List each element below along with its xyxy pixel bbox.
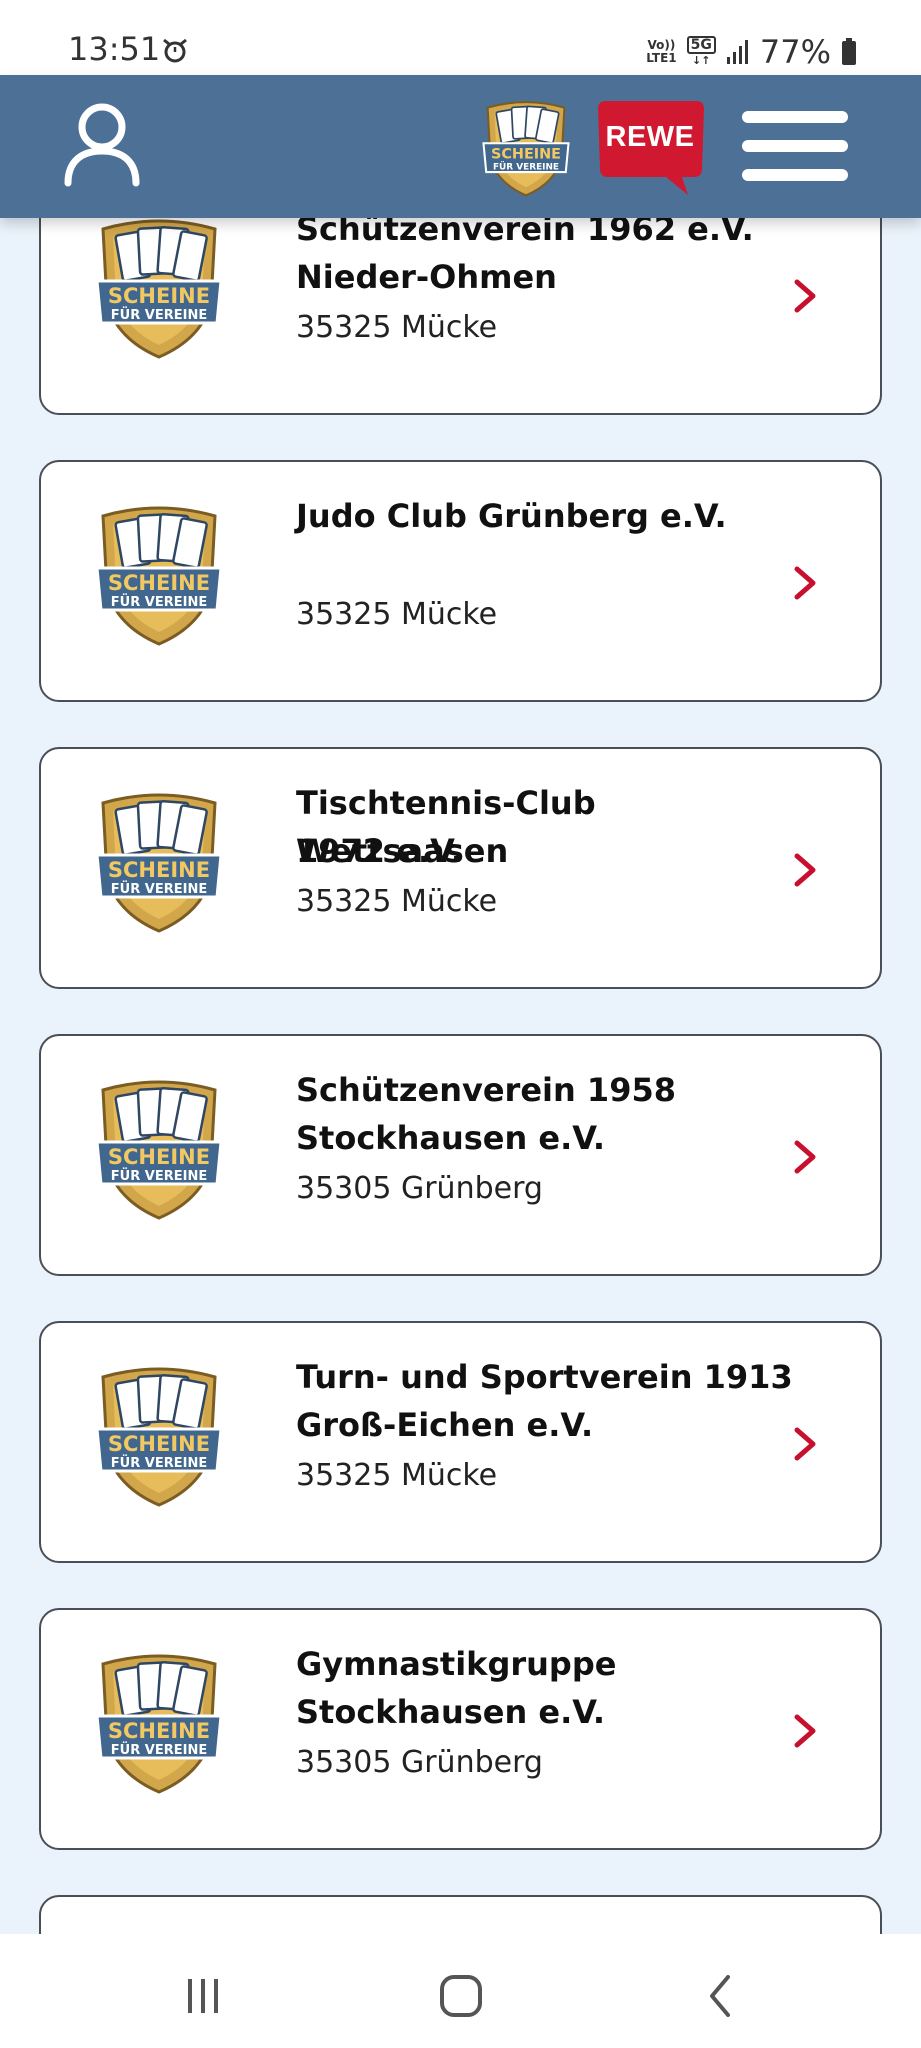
scheine-fuer-vereine-logo[interactable]: SCHEINE FÜR VEREINE <box>478 95 574 197</box>
club-city: 35305 Grünberg <box>296 1171 543 1206</box>
club-card[interactable]: SCHEINE FÜR VEREINE Gymnastikgruppe Stockha… <box>39 1608 882 1850</box>
club-logo: SCHEINE FÜR VEREINE <box>89 1072 229 1220</box>
rewe-logo[interactable]: REWE <box>596 99 706 199</box>
svg-text:SCHEINE: SCHEINE <box>108 1145 210 1169</box>
club-name-line2: Stockhausen e.V. <box>296 1693 606 1731</box>
club-city: 35325 Mücke <box>296 597 498 632</box>
svg-text:FÜR VEREINE: FÜR VEREINE <box>493 161 559 172</box>
club-city: 35305 Grünberg <box>296 1745 543 1780</box>
signal-icon <box>726 40 748 64</box>
club-name: Schützenverein 1962 e.V. <box>296 218 754 248</box>
club-list[interactable]: SCHEINE FÜR VEREINE Schützenverein 1962 e.… <box>0 218 921 1934</box>
club-card-partial[interactable] <box>39 1895 882 1934</box>
club-city: 35325 Mücke <box>296 310 498 345</box>
battery-icon <box>842 38 856 65</box>
club-card[interactable]: SCHEINE FÜR VEREINE Schützenverein 1958 Sto… <box>39 1034 882 1276</box>
svg-text:SCHEINE: SCHEINE <box>108 571 210 595</box>
club-card[interactable]: SCHEINE FÜR VEREINE Tischtennis-Club Wetts… <box>39 747 882 989</box>
status-bar: 13:51 Vo)) LTE1 5G ↓↑ 77% <box>0 0 921 75</box>
club-name: Judo Club Grünberg e.V. <box>296 497 727 535</box>
svg-text:SCHEINE: SCHEINE <box>108 1432 210 1456</box>
network-label: 5G <box>686 36 716 54</box>
svg-text:FÜR VEREINE: FÜR VEREINE <box>111 1455 207 1471</box>
svg-text:FÜR VEREINE: FÜR VEREINE <box>111 307 207 323</box>
svg-text:SCHEINE: SCHEINE <box>491 146 561 162</box>
club-name-line2: 1972 e.V. <box>296 832 463 870</box>
club-logo: SCHEINE FÜR VEREINE <box>89 1359 229 1507</box>
chevron-right-icon[interactable] <box>791 1139 819 1175</box>
chevron-right-icon[interactable] <box>791 1713 819 1749</box>
system-navigation-bar <box>0 1934 921 2048</box>
club-card[interactable]: SCHEINE FÜR VEREINE Turn- und Sportverein … <box>39 1321 882 1563</box>
user-icon[interactable] <box>62 99 142 189</box>
battery-percent: 77% <box>759 33 831 71</box>
hamburger-menu-icon[interactable] <box>740 109 850 183</box>
back-icon[interactable] <box>692 1970 752 2020</box>
chevron-right-icon[interactable] <box>791 852 819 888</box>
chevron-right-icon[interactable] <box>791 1426 819 1462</box>
alarm-icon <box>163 38 187 63</box>
volte-indicator: Vo)) LTE1 <box>646 39 676 65</box>
svg-text:SCHEINE: SCHEINE <box>108 1719 210 1743</box>
status-time: 13:51 <box>68 30 161 68</box>
lte-label: LTE1 <box>646 51 677 65</box>
club-name: Schützenverein 1958 <box>296 1071 676 1109</box>
club-name: Turn- und Sportverein 1913 <box>296 1358 793 1396</box>
chevron-right-icon[interactable] <box>791 565 819 601</box>
svg-text:SCHEINE: SCHEINE <box>108 284 210 308</box>
rewe-text: REWE <box>605 121 695 153</box>
data-arrows-icon: ↓↑ <box>692 54 711 67</box>
network-indicator: 5G ↓↑ <box>686 36 716 68</box>
club-name-line2: Nieder-Ohmen <box>296 258 557 296</box>
club-city: 35325 Mücke <box>296 884 498 919</box>
club-logo: SCHEINE FÜR VEREINE <box>89 218 229 359</box>
club-logo: SCHEINE FÜR VEREINE <box>89 785 229 933</box>
recent-apps-icon[interactable] <box>173 1970 233 2020</box>
club-name-line2: Groß-Eichen e.V. <box>296 1406 594 1444</box>
chevron-right-icon[interactable] <box>791 278 819 314</box>
club-logo: SCHEINE FÜR VEREINE <box>89 498 229 646</box>
status-indicators: Vo)) LTE1 5G ↓↑ 77% <box>646 30 857 74</box>
club-card[interactable]: SCHEINE FÜR VEREINE Schützenverein 1962 e.… <box>39 218 882 415</box>
club-logo: SCHEINE FÜR VEREINE <box>89 1646 229 1794</box>
svg-text:FÜR VEREINE: FÜR VEREINE <box>111 1168 207 1184</box>
club-name-line2: Stockhausen e.V. <box>296 1119 606 1157</box>
club-city: 35325 Mücke <box>296 1458 498 1493</box>
svg-text:FÜR VEREINE: FÜR VEREINE <box>111 881 207 897</box>
home-icon[interactable] <box>431 1970 491 2020</box>
club-name: Gymnastikgruppe <box>296 1645 617 1683</box>
svg-text:FÜR VEREINE: FÜR VEREINE <box>111 1742 207 1758</box>
svg-text:SCHEINE: SCHEINE <box>108 858 210 882</box>
app-header: SCHEINE FÜR VEREINE REWE <box>0 75 921 218</box>
club-card[interactable]: SCHEINE FÜR VEREINE Judo Club Grünberg e.V… <box>39 460 882 702</box>
svg-text:FÜR VEREINE: FÜR VEREINE <box>111 594 207 610</box>
